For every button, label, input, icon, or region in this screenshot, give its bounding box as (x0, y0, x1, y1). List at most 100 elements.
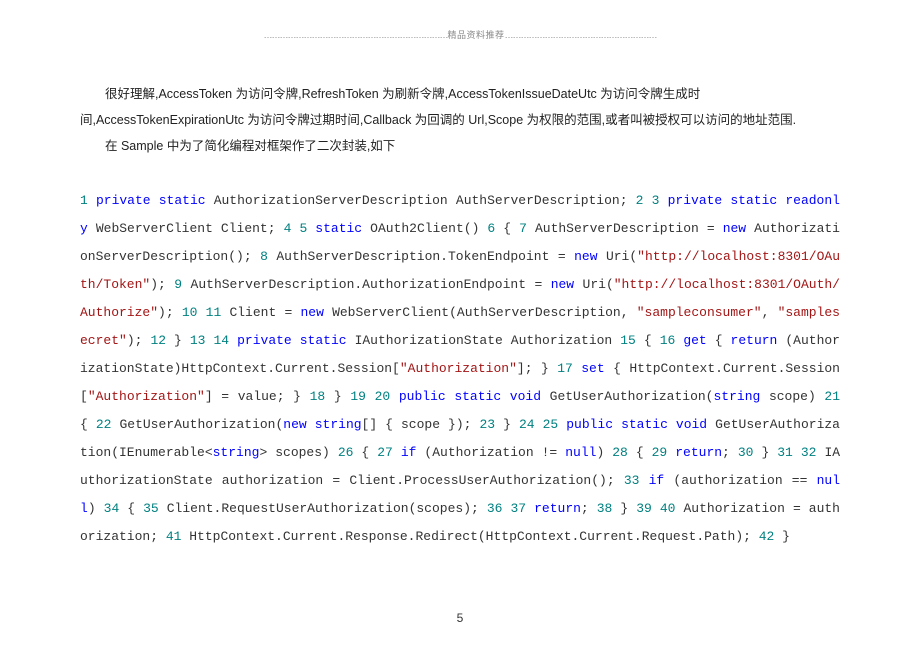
line-num: 15 (620, 333, 636, 348)
code-text: } (774, 529, 790, 544)
code-text: { (80, 417, 96, 432)
code-text: ; (581, 501, 597, 516)
kw: new (574, 249, 597, 264)
code-text: { (119, 501, 143, 516)
header-dots-right: ………………………………………………… (505, 30, 657, 40)
header-dots-left: …………………………………………………………… (263, 30, 447, 40)
kw: public (399, 389, 446, 404)
code-text: ); (150, 277, 174, 292)
line-num: 38 (597, 501, 613, 516)
code-text: ]; } (517, 361, 557, 376)
line-num: 34 (104, 501, 120, 516)
code-text: ] = value; } (205, 389, 310, 404)
kw: new (723, 221, 746, 236)
line-num: 21 (824, 389, 840, 404)
line-num: 22 (96, 417, 112, 432)
line-num: 12 (150, 333, 166, 348)
kw: static (730, 193, 777, 208)
line-num: 1 (80, 193, 88, 208)
line-num: 42 (759, 529, 775, 544)
line-num: 26 (338, 445, 354, 460)
kw: new (551, 277, 574, 292)
kw: void (676, 417, 707, 432)
code-text: AuthServerDescription.TokenEndpoint = (268, 249, 574, 264)
line-num: 4 (284, 221, 292, 236)
kw: static (454, 389, 501, 404)
line-num: 28 (612, 445, 628, 460)
code-text: ) (596, 445, 612, 460)
code-text: AuthServerDescription.AuthorizationEndpo… (182, 277, 551, 292)
header-text: 精品资料推荐 (447, 30, 504, 40)
kw: return (675, 445, 722, 460)
line-num: 32 (801, 445, 817, 460)
kw: static (621, 417, 668, 432)
string: "Authorization" (400, 361, 517, 376)
page-number: 5 (0, 611, 920, 625)
code-text: Uri( (574, 277, 614, 292)
kw: static (315, 221, 362, 236)
kw: return (534, 501, 581, 516)
kw: get (683, 333, 706, 348)
line-num: 10 (182, 305, 198, 320)
paragraph-2: 在 Sample 中为了简化编程对框架作了二次封装,如下 (80, 133, 840, 159)
code-text: ); (127, 333, 151, 348)
kw: new (283, 417, 306, 432)
line-num: 30 (738, 445, 754, 460)
line-num: 18 (310, 389, 326, 404)
line-num: 17 (557, 361, 573, 376)
kw: static (300, 333, 347, 348)
line-num: 8 (260, 249, 268, 264)
kw: string (315, 417, 362, 432)
line-num: 5 (299, 221, 307, 236)
string: "sampleconsumer" (637, 305, 762, 320)
line-num: 13 (190, 333, 206, 348)
line-num: 39 (636, 501, 652, 516)
code-text: OAuth2Client() (362, 221, 487, 236)
code-text: (Authorization != (416, 445, 565, 460)
code-text: scope) (760, 389, 824, 404)
line-num: 24 (519, 417, 535, 432)
code-text: , (762, 305, 778, 320)
code-text: { (353, 445, 377, 460)
code-text: Client = (221, 305, 300, 320)
code-text: } (166, 333, 190, 348)
code-text: ; (722, 445, 738, 460)
page-header: ……………………………………………………………精品资料推荐……………………………… (80, 28, 840, 41)
code-text: { (628, 445, 652, 460)
line-num: 31 (777, 445, 793, 460)
code-text: WebServerClient(AuthServerDescription, (324, 305, 637, 320)
line-num: 33 (624, 473, 640, 488)
kw: null (565, 445, 596, 460)
line-num: 2 (636, 193, 644, 208)
code-text: (authorization == (664, 473, 816, 488)
code-text: > scopes) (259, 445, 337, 460)
kw: return (731, 333, 778, 348)
code-text: { (707, 333, 731, 348)
line-num: 16 (660, 333, 676, 348)
kw: if (401, 445, 417, 460)
line-num: 36 (487, 501, 503, 516)
line-num: 25 (543, 417, 559, 432)
code-text: AuthorizationServerDescription AuthServe… (206, 193, 636, 208)
code-text: WebServerClient Client; (88, 221, 284, 236)
line-num: 20 (375, 389, 391, 404)
line-num: 29 (652, 445, 668, 460)
code-text: Client.RequestUserAuthorization(scopes); (159, 501, 487, 516)
paragraph-1: 很好理解,AccessToken 为访问令牌,RefreshToken 为刷新令… (80, 81, 840, 133)
line-num: 35 (143, 501, 159, 516)
code-block: 1 private static AuthorizationServerDesc… (80, 187, 840, 551)
kw: string (213, 445, 260, 460)
code-text: GetUserAuthorization( (541, 389, 713, 404)
code-text: Uri( (598, 249, 638, 264)
kw: public (566, 417, 613, 432)
kw: set (581, 361, 604, 376)
kw: void (510, 389, 541, 404)
line-num: 3 (652, 193, 660, 208)
line-num: 9 (174, 277, 182, 292)
line-num: 23 (479, 417, 495, 432)
code-text: HttpContext.Current.Response.Redirect(Ht… (181, 529, 758, 544)
code-text: AuthServerDescription = (527, 221, 723, 236)
kw: private (96, 193, 151, 208)
code-text: ) (88, 501, 104, 516)
code-text: IAuthorizationState Authorization (347, 333, 621, 348)
